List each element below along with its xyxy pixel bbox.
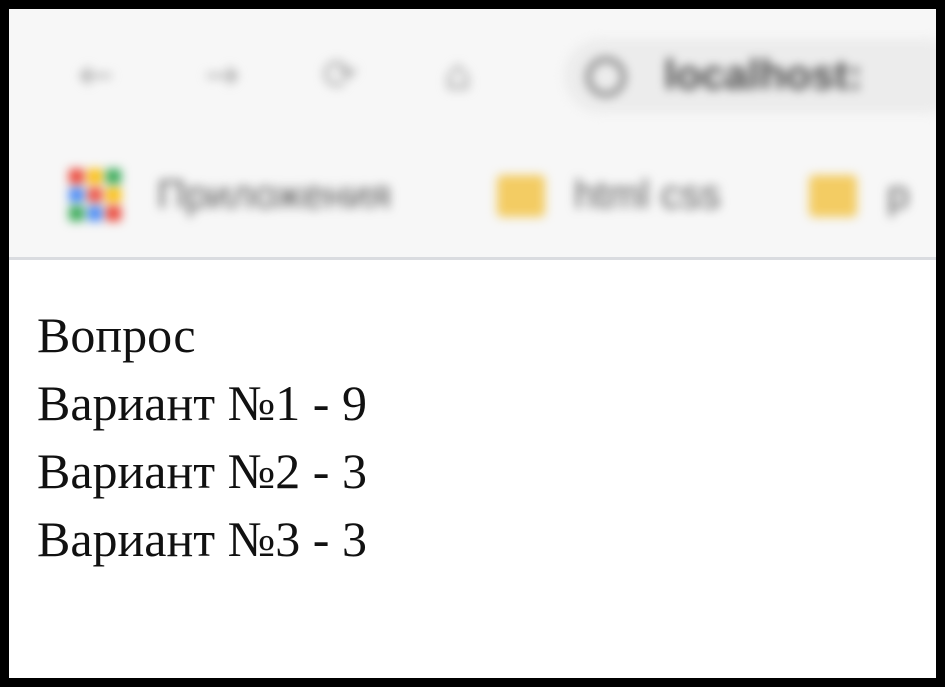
home-icon[interactable]: ⌂ [435,50,481,99]
address-text: localhost: [664,51,863,98]
address-bar[interactable]: localhost: [564,39,936,113]
apps-grid-icon[interactable] [69,169,121,221]
browser-chrome: ← → ⟳ ⌂ localhost: Приложения html css p [9,9,936,257]
bookmark-p-label[interactable]: p [887,173,909,218]
folder-icon [809,175,857,217]
bookmark-html-css-label[interactable]: html css [574,173,721,218]
toolbar-divider [9,257,936,260]
option-1-result: Вариант №1 - 9 [37,375,367,431]
folder-icon [497,175,545,217]
reload-icon[interactable]: ⟳ [317,50,363,99]
back-arrow-icon[interactable]: ← [73,50,119,99]
forward-arrow-icon[interactable]: → [199,50,245,99]
browser-window: ← → ⟳ ⌂ localhost: Приложения html css p… [9,9,936,678]
question-text: Вопрос [37,307,196,363]
bookmark-apps-label[interactable]: Приложения [157,173,391,218]
page-content: Вопрос Вариант №1 - 9 Вариант №2 - 3 Вар… [37,301,367,573]
option-3-result: Вариант №3 - 3 [37,511,367,567]
site-info-icon[interactable] [586,57,626,97]
option-2-result: Вариант №2 - 3 [37,443,367,499]
